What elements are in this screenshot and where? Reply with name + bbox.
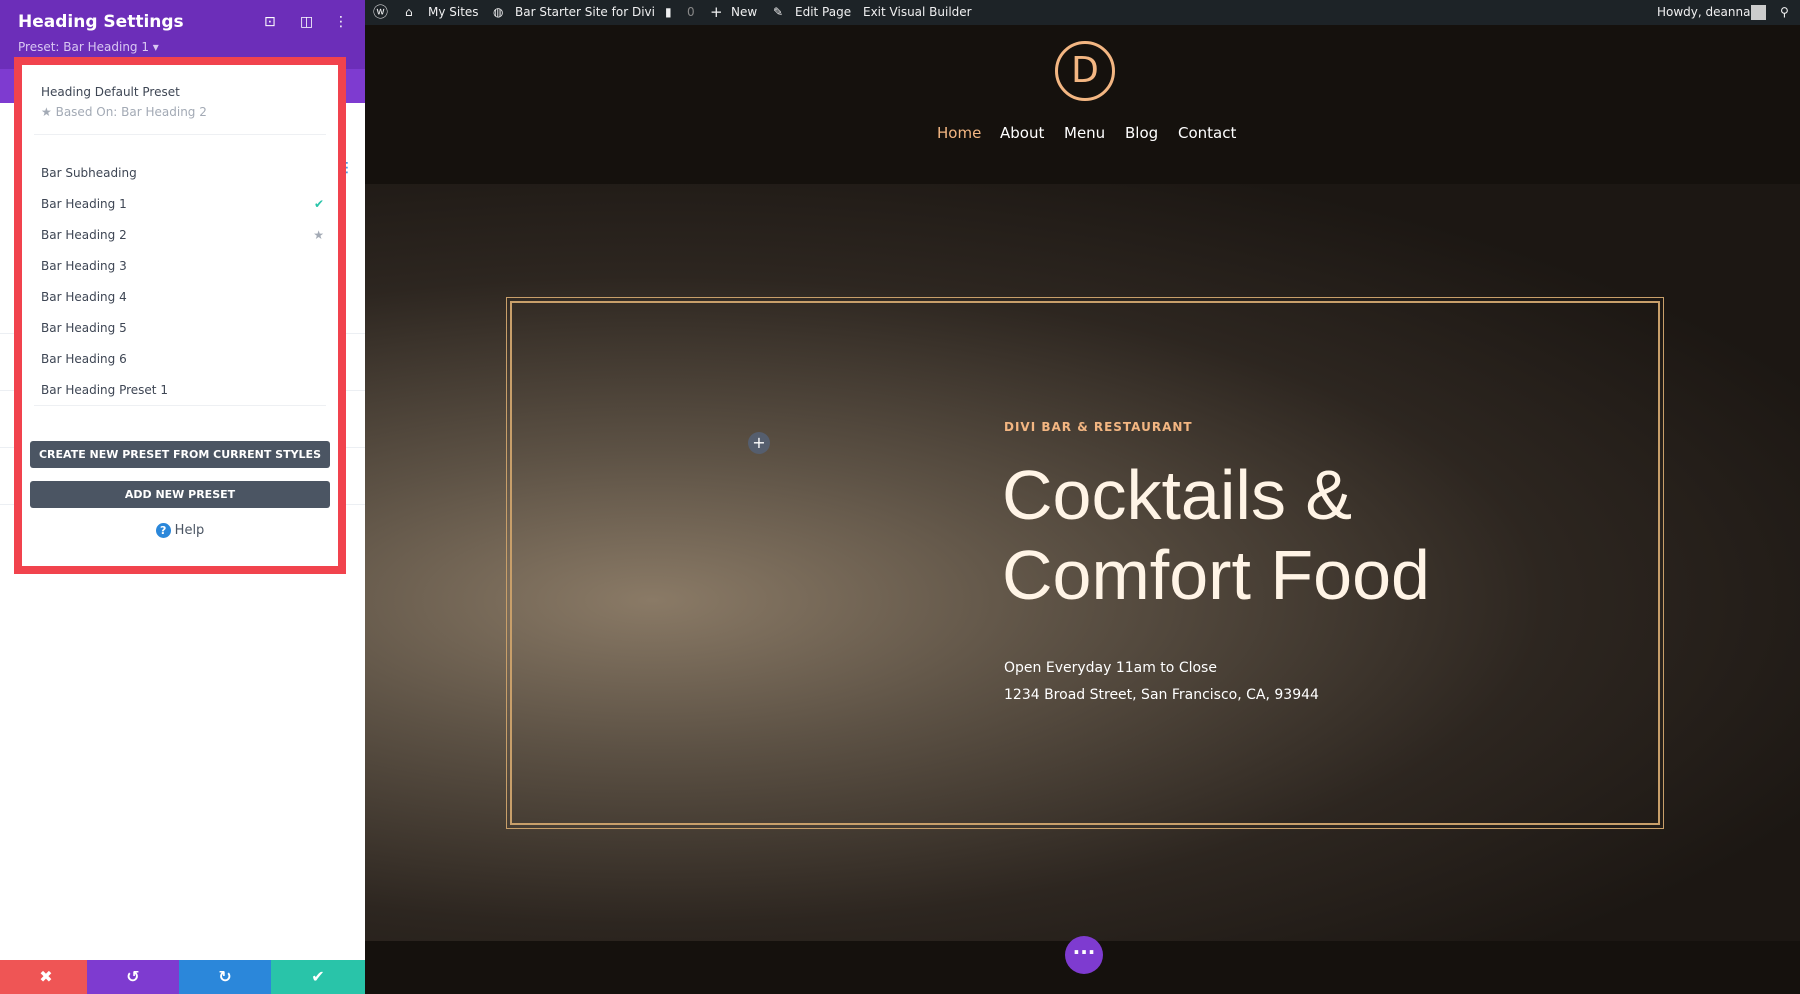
avatar[interactable] bbox=[1751, 5, 1766, 20]
comment-icon: ▮ bbox=[665, 5, 672, 19]
hero-title-line1[interactable]: Cocktails & bbox=[1002, 455, 1352, 535]
preset-item-label: Bar Heading 5 bbox=[41, 321, 127, 335]
screenshot-icon[interactable]: ⊡ bbox=[264, 14, 276, 30]
preset-item[interactable]: Bar Heading 2 ★ bbox=[41, 225, 324, 245]
preset-item[interactable]: Bar Subheading bbox=[41, 163, 324, 183]
exit-builder-link[interactable]: Exit Visual Builder bbox=[863, 0, 972, 25]
layout-icon[interactable]: ◫ bbox=[300, 14, 313, 30]
admin-bar: ⓦ ⌂ My Sites ◍ Bar Starter Site for Divi… bbox=[365, 0, 1800, 25]
builder-menu-button[interactable]: ··· bbox=[1065, 936, 1103, 974]
based-on: ★ Based On: Bar Heading 2 bbox=[41, 105, 207, 119]
preset-dropdown[interactable]: Preset: Bar Heading 1 ▾ bbox=[18, 40, 159, 54]
pencil-icon: ✎ bbox=[773, 5, 784, 19]
help-icon: ? bbox=[155, 523, 171, 538]
based-on-label: Based On: Bar Heading 2 bbox=[55, 105, 207, 119]
preset-item[interactable]: Bar Heading 3 bbox=[41, 256, 324, 276]
check-icon: ✔ bbox=[313, 197, 324, 211]
nav-contact[interactable]: Contact bbox=[1178, 124, 1236, 142]
hero-subtitle[interactable]: DIVI BAR & RESTAURANT bbox=[1004, 420, 1193, 434]
preset-item[interactable]: Bar Heading Preset 1 bbox=[41, 380, 324, 400]
redo-button[interactable]: ↻ bbox=[179, 960, 271, 994]
preset-item-label: Bar Heading Preset 1 bbox=[41, 383, 168, 397]
howdy-link[interactable]: Howdy, deanna bbox=[1657, 0, 1750, 25]
preset-item-label: Bar Heading 4 bbox=[41, 290, 127, 304]
wordpress-icon[interactable]: ⓦ bbox=[373, 0, 388, 25]
preset-item[interactable]: Bar Heading 6 bbox=[41, 349, 324, 369]
edit-page-link[interactable]: Edit Page bbox=[795, 0, 851, 25]
star-icon: ★ bbox=[41, 105, 52, 119]
divider bbox=[34, 405, 326, 406]
panel-title: Heading Settings bbox=[18, 12, 184, 32]
plus-icon: + bbox=[710, 3, 723, 21]
nav-home[interactable]: Home bbox=[937, 124, 981, 142]
more-icon[interactable]: ⋮ bbox=[334, 14, 348, 30]
my-sites-link[interactable]: My Sites bbox=[428, 0, 479, 25]
sites-icon: ⌂ bbox=[405, 5, 413, 19]
save-button[interactable]: ✔ bbox=[271, 960, 365, 994]
star-icon: ★ bbox=[313, 228, 324, 242]
dashboard-icon: ◍ bbox=[493, 5, 504, 19]
hero-address[interactable]: 1234 Broad Street, San Francisco, CA, 93… bbox=[1004, 687, 1319, 703]
preset-item-label: Bar Heading 6 bbox=[41, 352, 127, 366]
preset-item[interactable]: Bar Heading 1 ✔ bbox=[41, 194, 324, 214]
comments-count[interactable]: 0 bbox=[687, 0, 695, 25]
settings-sidebar: Heading Settings Preset: Bar Heading 1 ▾… bbox=[0, 0, 365, 994]
preset-item-label: Bar Heading 1 bbox=[41, 197, 127, 211]
divider bbox=[34, 134, 326, 135]
preset-item-label: Bar Subheading bbox=[41, 166, 137, 180]
preset-item[interactable]: Bar Heading 5 bbox=[41, 318, 324, 338]
site-link[interactable]: Bar Starter Site for Divi bbox=[515, 0, 655, 25]
preset-item-label: Bar Heading 3 bbox=[41, 259, 127, 273]
new-link[interactable]: New bbox=[731, 0, 757, 25]
add-preset-button[interactable]: ADD NEW PRESET bbox=[30, 481, 330, 508]
nav-blog[interactable]: Blog bbox=[1125, 124, 1158, 142]
preset-menu: Heading Default Preset ★ Based On: Bar H… bbox=[14, 57, 346, 574]
search-icon[interactable]: ⚲ bbox=[1780, 0, 1789, 25]
site-logo[interactable]: D bbox=[1055, 41, 1115, 101]
cancel-button[interactable]: ✖ bbox=[0, 960, 92, 994]
create-preset-button[interactable]: CREATE NEW PRESET FROM CURRENT STYLES bbox=[30, 441, 330, 468]
add-module-button[interactable]: + bbox=[748, 432, 770, 454]
help-link[interactable]: ? Help bbox=[22, 523, 338, 538]
preset-item[interactable]: Bar Heading 4 bbox=[41, 287, 324, 307]
default-preset[interactable]: Heading Default Preset bbox=[41, 85, 180, 99]
help-label: Help bbox=[174, 523, 205, 538]
undo-button[interactable]: ↺ bbox=[87, 960, 179, 994]
nav-menu[interactable]: Menu bbox=[1064, 124, 1105, 142]
nav-about[interactable]: About bbox=[1000, 124, 1044, 142]
hero-title-line2[interactable]: Comfort Food bbox=[1002, 535, 1430, 615]
hero-hours[interactable]: Open Everyday 11am to Close bbox=[1004, 660, 1217, 676]
preset-item-label: Bar Heading 2 bbox=[41, 228, 127, 242]
